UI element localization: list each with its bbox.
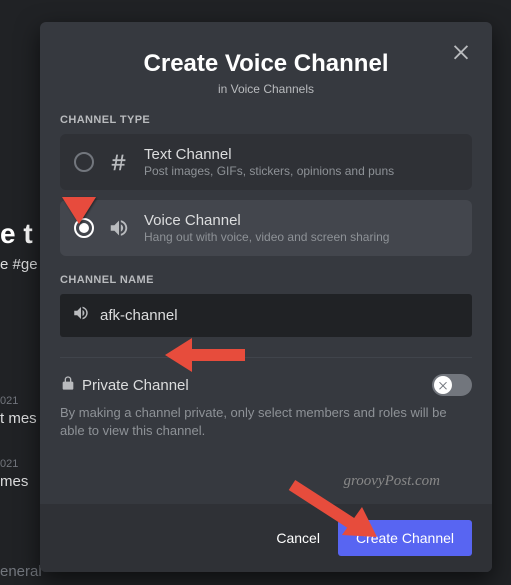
type-desc-voice: Hang out with voice, video and screen sh…: [144, 230, 458, 244]
cancel-button[interactable]: Cancel: [276, 530, 320, 546]
type-option-text[interactable]: Text Channel Post images, GIFs, stickers…: [60, 134, 472, 190]
speaker-icon-small: [72, 304, 90, 327]
radio-text[interactable]: [74, 152, 94, 172]
type-title-text: Text Channel: [144, 146, 458, 163]
channel-name-label: CHANNEL NAME: [60, 274, 472, 286]
radio-voice[interactable]: [74, 218, 94, 238]
watermark: groovyPost.com: [343, 473, 440, 490]
divider: [60, 357, 472, 358]
create-channel-modal: Create Voice Channel in Voice Channels C…: [40, 22, 492, 572]
hash-icon: [108, 151, 130, 173]
private-channel-label: Private Channel: [60, 375, 189, 395]
type-title-voice: Voice Channel: [144, 212, 458, 229]
channel-name-input[interactable]: [100, 307, 460, 324]
channel-name-field-wrap[interactable]: [60, 294, 472, 337]
close-button[interactable]: [450, 40, 472, 62]
toggle-knob: [434, 376, 452, 394]
close-icon: [450, 40, 472, 62]
private-toggle[interactable]: [432, 374, 472, 396]
bg-msg1: t mes: [0, 410, 37, 427]
bg-date: 021: [0, 395, 18, 407]
bg-heading: e t: [0, 218, 33, 250]
bg-msg2: mes: [0, 473, 28, 490]
speaker-icon: [108, 217, 130, 239]
create-channel-button[interactable]: Create Channel: [338, 520, 472, 556]
type-option-voice[interactable]: Voice Channel Hang out with voice, video…: [60, 200, 472, 256]
modal-header: Create Voice Channel in Voice Channels: [40, 22, 492, 114]
bg-date2: 021: [0, 458, 18, 470]
private-desc: By making a channel private, only select…: [60, 404, 472, 440]
modal-title: Create Voice Channel: [60, 50, 472, 78]
type-desc-text: Post images, GIFs, stickers, opinions an…: [144, 164, 458, 178]
bg-hash: e #ge: [0, 256, 38, 273]
lock-icon: [60, 375, 76, 395]
toggle-x-icon: [437, 379, 449, 391]
modal-subtitle: in Voice Channels: [60, 82, 472, 96]
bg-bottom: eneral: [0, 563, 42, 580]
private-label-text: Private Channel: [82, 377, 189, 394]
modal-footer: Cancel Create Channel: [40, 504, 492, 572]
channel-type-label: CHANNEL TYPE: [60, 114, 472, 126]
